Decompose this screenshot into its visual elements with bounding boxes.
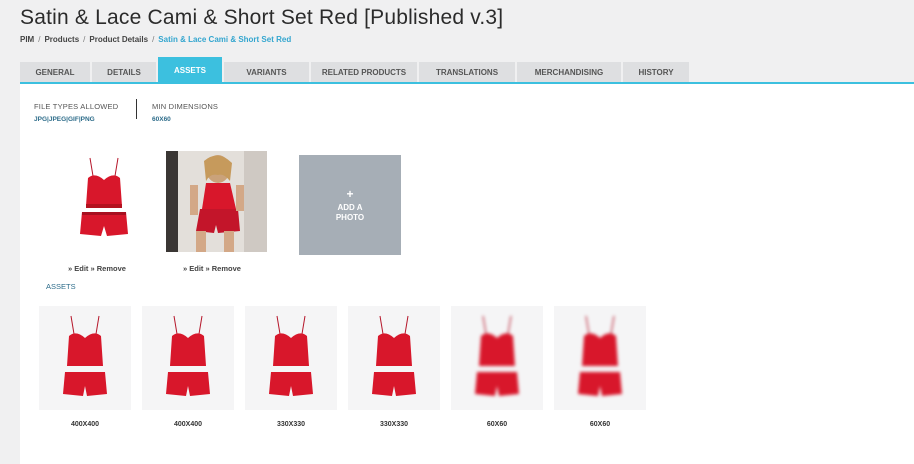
asset-tile[interactable] [348,306,440,410]
asset-image [63,315,107,396]
breadcrumb: PIM / Products / Product Details / Satin & Lac… [20,35,291,44]
cami-set-image [80,157,128,236]
model-image [166,151,267,252]
tab-details[interactable]: DETAILS [92,62,156,83]
remove-link[interactable]: » Remove [206,264,241,273]
file-types-info: FILE TYPES ALLOWED JPG|JPEG|GIF|PNG [34,102,118,123]
breadcrumb-products[interactable]: Products [44,35,79,44]
asset-tile[interactable] [245,306,337,410]
tab-variants[interactable]: VARIANTS [224,62,309,83]
model-photo[interactable] [166,151,267,252]
add-photo-line1: ADD A [337,202,363,212]
asset-size-label: 400X400 [173,421,203,428]
tab-translations[interactable]: TRANSLATIONS [419,62,515,83]
breadcrumb-product-details[interactable]: Product Details [89,35,148,44]
asset-tile[interactable] [451,306,543,410]
asset-tile[interactable] [554,306,646,410]
tab-history[interactable]: HISTORY [623,62,689,83]
min-dimensions-label: MIN DIMENSIONS [152,102,219,111]
model-photo-actions: » Edit » Remove [183,264,241,273]
add-photo-line2: PHOTO [335,212,365,222]
product-photo-actions: » Edit » Remove [68,264,126,273]
breadcrumb-separator: / [152,35,155,44]
asset-image [578,315,622,396]
breadcrumb-separator: / [83,35,86,44]
file-types-label: FILE TYPES ALLOWED [34,102,119,111]
tab-general[interactable]: GENERAL [20,62,90,83]
asset-tile[interactable] [142,306,234,410]
tab-related-products[interactable]: RELATED PRODUCTS [311,62,417,83]
remove-link[interactable]: » Remove [91,264,126,273]
file-types-value: JPG|JPEG|GIF|PNG [34,116,95,123]
page-title: Satin & Lace Cami & Short Set Red [Publi… [20,6,504,29]
assets-panel: FILE TYPES ALLOWED JPG|JPEG|GIF|PNG MIN … [20,84,914,464]
asset-size-label: 330X330 [379,421,409,428]
asset-tile[interactable] [39,306,131,410]
tab-merchandising[interactable]: MERCHANDISING [517,62,621,83]
min-dimensions-value: 60X60 [152,116,171,123]
asset-size-label: 330X330 [276,421,306,428]
plus-icon: + [346,186,354,201]
edit-link[interactable]: » Edit [68,264,88,273]
tab-bar: GENERAL DETAILS ASSETS VARIANTS RELATED … [20,57,691,83]
breadcrumb-pim[interactable]: PIM [20,35,34,44]
edit-link[interactable]: » Edit [183,264,203,273]
asset-image [372,315,416,396]
meta-divider [136,99,137,119]
asset-size-label: 60X60 [589,421,611,428]
breadcrumb-current: Satin & Lace Cami & Short Set Red [158,35,292,44]
add-photo-button[interactable]: + ADD A PHOTO [299,155,401,255]
assets-section-label: ASSETS [46,282,76,291]
asset-image [475,315,519,396]
asset-size-label: 400X400 [70,421,100,428]
tab-assets[interactable]: ASSETS [158,57,222,83]
min-dimensions-info: MIN DIMENSIONS 60X60 [152,102,218,123]
asset-size-label: 60X60 [486,421,508,428]
asset-image [269,315,313,396]
asset-image [166,315,210,396]
product-photo[interactable] [64,154,144,240]
breadcrumb-separator: / [38,35,41,44]
